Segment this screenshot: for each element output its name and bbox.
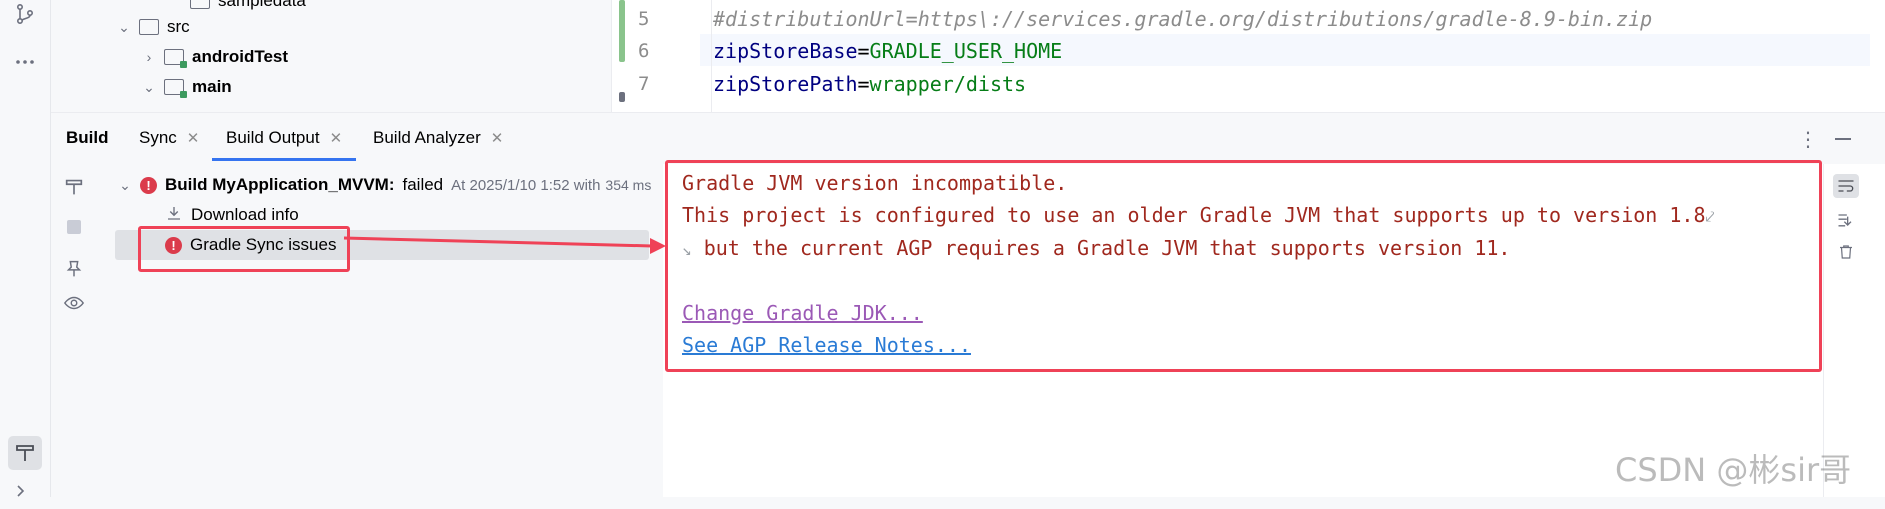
scroll-marker (619, 92, 625, 102)
eye-icon[interactable] (63, 292, 85, 314)
build-name: Build MyApplication_MVVM: (165, 175, 395, 194)
gutter-separator (711, 0, 712, 112)
line-number: 7 (638, 73, 650, 95)
minimize-icon[interactable] (1835, 138, 1851, 140)
build-root-node[interactable]: ⌄ ! Build MyApplication_MVVM: failed At … (118, 170, 651, 200)
annotation-arrow (343, 236, 666, 254)
tree-item-androidtest[interactable]: › androidTest (142, 42, 288, 72)
watermark: CSDN @彬sir哥 (1615, 451, 1852, 489)
tree-item-label: sampledata (218, 0, 306, 10)
line-number: 6 (638, 40, 650, 62)
stop-icon[interactable] (63, 216, 85, 238)
project-tree: sampledata ⌄ src › androidTest ⌄ main (51, 0, 611, 112)
tree-item-src[interactable]: ⌄ src (117, 12, 190, 42)
line-number: 5 (638, 8, 650, 30)
tab-build-analyzer[interactable]: Build Analyzer ✕ (373, 113, 503, 163)
pin-icon[interactable] (63, 258, 85, 280)
vcs-change-marker (619, 0, 625, 62)
node-label: Download info (191, 205, 299, 224)
build-tree-panel (51, 164, 664, 497)
tab-label: Sync (139, 128, 177, 147)
code-line-6[interactable]: zipStoreBase=GRADLE_USER_HOME (713, 35, 1062, 67)
property-key: zipStoreBase (713, 39, 858, 63)
folder-icon (139, 19, 159, 35)
chevron-right-icon[interactable]: › (142, 49, 156, 65)
git-branch-icon[interactable] (13, 2, 37, 26)
code-line-5[interactable]: #distributionUrl=https\://services.gradl… (713, 3, 1652, 35)
build-meta: At 2025/1/10 1:52 with (451, 176, 601, 194)
active-tab-indicator (212, 158, 356, 161)
left-tool-strip (0, 0, 51, 497)
tool-window-title: Build (66, 113, 109, 163)
terminal-icon[interactable] (13, 480, 37, 504)
trash-icon[interactable] (1833, 240, 1859, 264)
tab-label: Build Analyzer (373, 128, 481, 147)
annotation-box-sync-issues (138, 226, 350, 272)
tab-label: Build Output (226, 128, 320, 147)
soft-wrap-toggle-icon[interactable] (1833, 174, 1859, 198)
property-value: wrapper/dists (869, 72, 1027, 96)
close-icon[interactable]: ✕ (187, 129, 200, 147)
tree-item-label: androidTest (192, 47, 289, 66)
tool-window-title-text: Build (66, 128, 109, 147)
chevron-down-icon[interactable]: ⌄ (142, 79, 156, 96)
tree-item-main[interactable]: ⌄ main (142, 72, 232, 102)
build-hammer-icon[interactable] (63, 176, 85, 198)
tab-sync[interactable]: Sync ✕ (139, 113, 199, 163)
equals-sign: = (857, 39, 870, 63)
close-icon[interactable]: ✕ (491, 129, 504, 147)
close-icon[interactable]: ✕ (330, 129, 343, 147)
chevron-down-icon[interactable]: ⌄ (117, 19, 131, 36)
property-key: zipStorePath (713, 72, 858, 96)
annotation-box-output (665, 160, 1822, 372)
tree-item-label: src (167, 17, 190, 36)
module-folder-icon (164, 49, 187, 68)
tree-item-label: main (192, 77, 232, 96)
build-hammer-icon[interactable] (8, 436, 42, 470)
more-horizontal-icon[interactable] (13, 50, 37, 74)
equals-sign: = (857, 72, 870, 96)
folder-icon (190, 0, 210, 9)
chevron-down-icon[interactable]: ⌄ (118, 177, 132, 194)
code-line-7[interactable]: zipStorePath=wrapper/dists (713, 68, 1026, 100)
build-duration: 354 ms (605, 177, 652, 193)
scroll-to-end-icon[interactable] (1833, 208, 1859, 232)
tab-build-output[interactable]: Build Output ✕ (226, 113, 342, 163)
module-folder-icon (164, 79, 187, 98)
build-status: failed (402, 175, 444, 194)
more-vertical-icon[interactable]: ⋮ (1798, 127, 1818, 152)
download-icon (165, 204, 183, 227)
property-value: GRADLE_USER_HOME (869, 39, 1063, 63)
error-icon: ! (140, 176, 157, 194)
